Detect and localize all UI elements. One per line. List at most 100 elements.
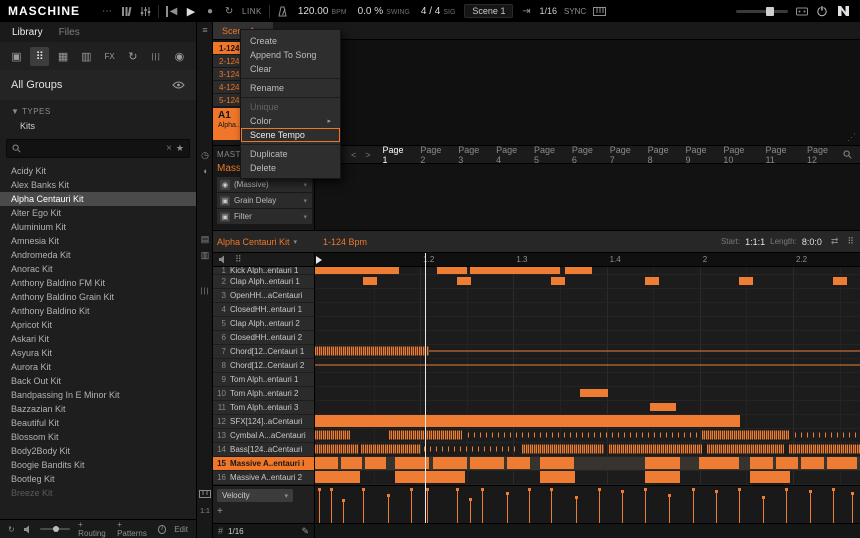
page-tab[interactable]: Page 7 (603, 145, 641, 165)
track-row[interactable]: 16 Massive A..entauri 2 (213, 471, 314, 485)
note-bar[interactable] (432, 457, 467, 470)
note-wave[interactable] (361, 444, 422, 454)
list-item-kit[interactable]: Alex Banks Kit (0, 178, 196, 192)
channel-mixer-icon[interactable]: ◖ (197, 166, 213, 176)
menu-item[interactable]: Create (241, 34, 340, 48)
note-block[interactable] (550, 277, 566, 286)
control-lane-selector[interactable]: Velocity ▾ (217, 489, 293, 502)
list-item-kit[interactable]: Blossom Kit (0, 430, 196, 444)
list-item-kit[interactable]: Beautiful Kit (0, 416, 196, 430)
list-item-kit[interactable]: Apricot Kit (0, 318, 196, 332)
note-block[interactable] (739, 277, 754, 286)
note-bar[interactable] (341, 457, 362, 470)
list-item-kit[interactable]: Anorac Kit (0, 262, 196, 276)
menu-item[interactable]: Clear (241, 62, 340, 76)
note-line[interactable] (429, 350, 860, 352)
track-row[interactable]: 4 ClosedHH..entauri 1 (213, 303, 314, 317)
note-block[interactable] (832, 277, 847, 286)
refresh-icon[interactable]: ↻ (8, 525, 15, 534)
favorites-icon[interactable]: ★ (176, 143, 184, 154)
menu-item[interactable]: Scene Tempo (241, 128, 340, 142)
track-row[interactable]: 2 Clap Alph..entauri 1 (213, 275, 314, 289)
list-item-kit[interactable]: Aluminium Kit (0, 220, 196, 234)
velocity-line[interactable] (387, 494, 391, 523)
track-lane[interactable] (315, 317, 860, 331)
note-block[interactable] (645, 277, 660, 286)
restart-button[interactable]: ◀ (166, 5, 178, 17)
grid-resolution-value[interactable]: 1/16 (228, 527, 244, 536)
controller-icon[interactable] (796, 7, 808, 16)
velocity-line[interactable] (549, 488, 553, 523)
volume-handle[interactable] (766, 6, 775, 16)
plugin-slot[interactable]: ▣ Grain Delay ▾ (217, 193, 312, 208)
pad-view-icon[interactable]: ⠿ (847, 236, 854, 247)
track-row[interactable]: 1 Kick Alph..entauri 1 (213, 267, 314, 275)
track-lane[interactable] (315, 359, 860, 373)
note-block[interactable] (457, 277, 472, 286)
track-row[interactable]: 11 Tom Alph..entauri 3 (213, 401, 314, 415)
velocity-line[interactable] (715, 490, 719, 523)
prehear-icon[interactable] (23, 525, 32, 534)
list-item-kit[interactable]: Askari Kit (0, 332, 196, 346)
pattern-list-icon[interactable]: ▤ (197, 234, 213, 245)
track-row[interactable]: 7 Chord[12..Centauri 1 (213, 345, 314, 359)
velocity-line[interactable] (831, 488, 835, 523)
projects-icon[interactable]: ▣ (7, 47, 26, 66)
playhead[interactable] (425, 253, 427, 523)
zoom-ratio-label[interactable]: 1:1 (197, 508, 213, 515)
note-bar[interactable] (395, 457, 429, 470)
note-bar[interactable] (365, 457, 386, 470)
follow-playhead-icon[interactable]: ⇥ (520, 6, 532, 17)
mixer-toggle-icon[interactable] (139, 6, 151, 17)
resize-grip-icon[interactable]: ⋰ (847, 132, 856, 143)
menu-item[interactable]: Append To Song (241, 48, 340, 62)
note-wave[interactable] (707, 444, 784, 454)
track-lane[interactable] (315, 443, 860, 457)
overflow-menu-icon[interactable]: ⋯ (101, 6, 113, 17)
note-bar[interactable] (540, 471, 575, 484)
page-tab[interactable]: Page 5 (527, 145, 565, 165)
track-lane[interactable] (315, 471, 860, 485)
list-item-kit[interactable]: Amnesia Kit (0, 234, 196, 248)
search-input[interactable] (25, 143, 163, 154)
list-item-kit[interactable]: Anthony Baldino Kit (0, 304, 196, 318)
note-bar[interactable] (315, 415, 741, 428)
arranger-timeline-empty[interactable]: ⋰ (315, 40, 860, 145)
menu-item[interactable]: Color ▸ (241, 114, 340, 128)
user-content-icon[interactable]: ◉ (170, 47, 189, 66)
track-row[interactable]: 14 Bass[124..aCentauri (213, 443, 314, 457)
track-row[interactable]: 3 OpenHH...aCentauri (213, 289, 314, 303)
track-lane[interactable] (315, 289, 860, 303)
track-row[interactable]: 12 SFX[124]..aCentauri (213, 415, 314, 429)
note-block[interactable] (315, 266, 400, 274)
timeline-ruler[interactable]: 1.2 1.3 1.4 2 2.2 (315, 253, 860, 267)
note-bar[interactable] (315, 457, 338, 470)
groups-icon[interactable]: ⠿ (30, 46, 50, 66)
fx-icon[interactable]: FX (100, 47, 119, 66)
list-item-kit[interactable]: Alter Ego Kit (0, 206, 196, 220)
velocity-line[interactable] (505, 492, 509, 523)
velocity-line[interactable] (808, 490, 812, 523)
page-tab[interactable]: Page 9 (679, 145, 717, 165)
velocity-line[interactable] (691, 488, 695, 523)
slider-handle[interactable] (53, 526, 60, 532)
all-groups-header[interactable]: All Groups (0, 70, 196, 100)
velocity-line[interactable] (318, 488, 322, 523)
keyboard-view-icon[interactable] (197, 490, 213, 498)
list-item-kit[interactable]: Bazzazian Kit (0, 402, 196, 416)
power-icon[interactable] (816, 5, 828, 17)
sounds-icon[interactable]: ▦ (54, 47, 73, 66)
audition-icon[interactable] (218, 255, 227, 264)
page-tab[interactable]: Page 6 (565, 145, 603, 165)
note-bar[interactable] (749, 471, 790, 484)
track-lane[interactable] (315, 373, 860, 387)
track-lane[interactable] (315, 415, 860, 429)
list-item-kit[interactable]: Bootleg Kit (0, 472, 196, 486)
kit-selector[interactable]: Alpha Centauri Kit ▾ (213, 237, 315, 247)
track-lane[interactable] (315, 345, 860, 359)
velocity-line[interactable] (761, 495, 765, 523)
start-value[interactable]: 1:1:1 (745, 237, 765, 247)
note-wave[interactable] (315, 430, 351, 440)
types-header[interactable]: ▼ TYPES (0, 100, 196, 118)
list-item-kit[interactable]: Acidy Kit (0, 164, 196, 178)
